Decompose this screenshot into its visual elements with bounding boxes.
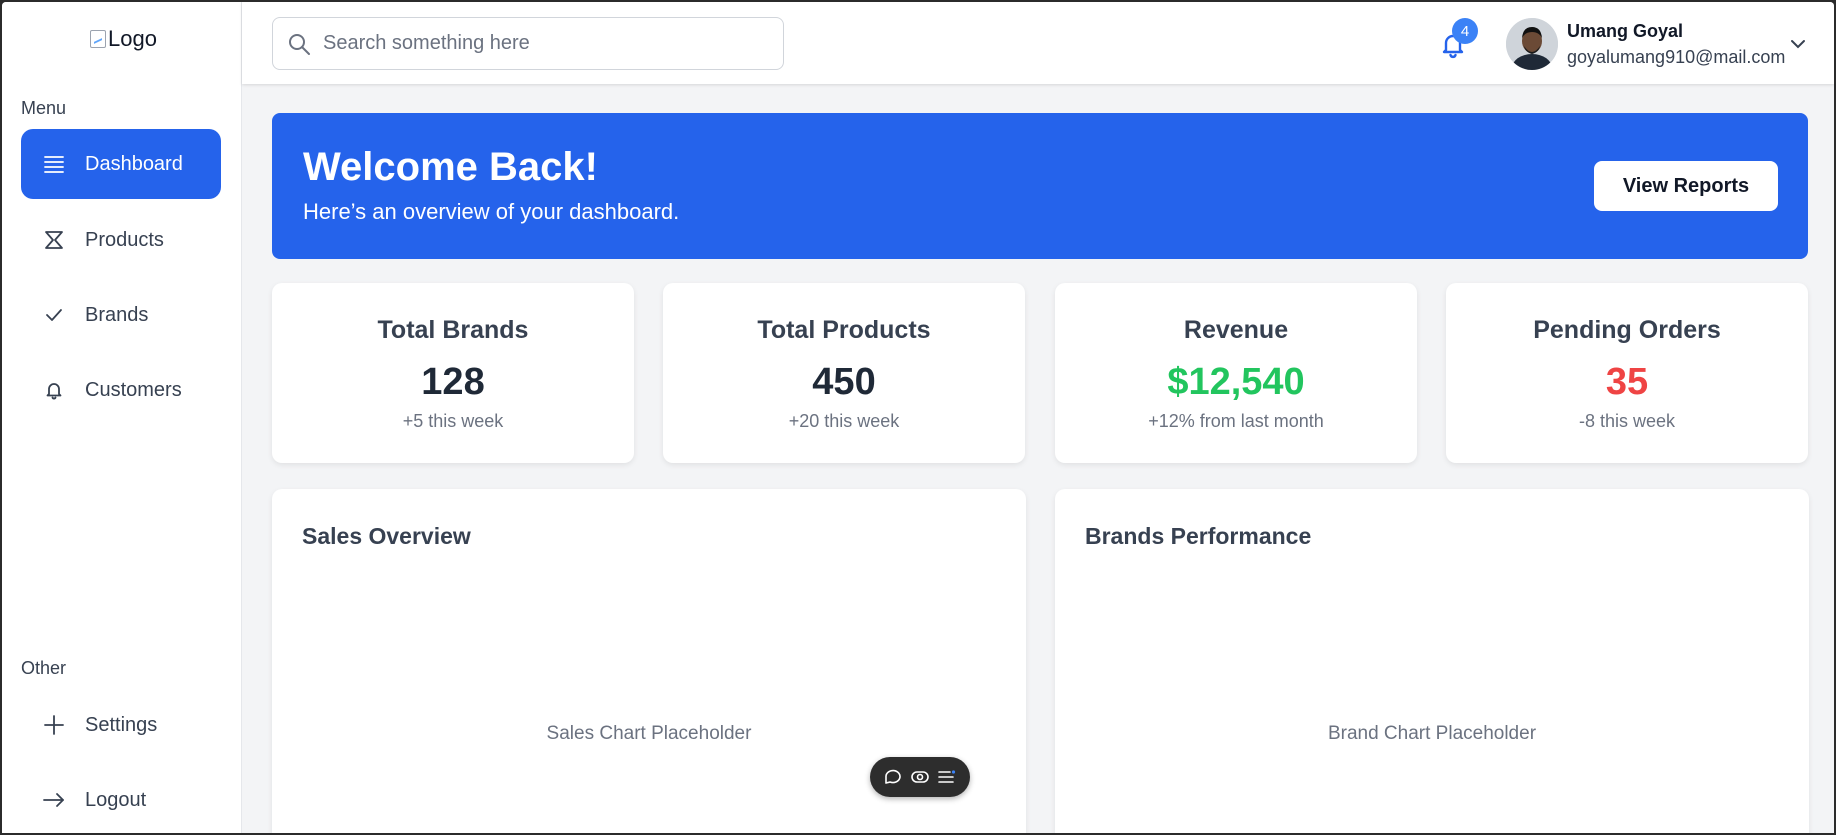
stat-value: 35	[1605, 361, 1649, 403]
sidebar-item-label: Logout	[85, 788, 147, 811]
chart-title: Brands Performance	[1085, 523, 1312, 549]
sidebar-item-label: Products	[85, 228, 164, 251]
plus-icon	[43, 714, 65, 736]
sidebar-item-label: Dashboard	[85, 152, 183, 175]
comment-icon[interactable]	[884, 769, 902, 785]
top-bar: 4 Umang Goyal goyalumang910@mail.com	[242, 2, 1834, 84]
stat-value: 128	[421, 361, 485, 403]
floating-toolbar	[870, 757, 970, 797]
sidebar-item-logout[interactable]: Logout	[21, 765, 221, 833]
stat-card-pending-orders: Pending Orders 35 -8 this week	[1446, 283, 1808, 463]
stat-card-revenue: Revenue $12,540 +12% from last month	[1055, 283, 1417, 463]
arrow-right-icon	[43, 789, 65, 811]
broken-image-icon	[90, 30, 106, 48]
check-icon	[43, 304, 65, 326]
stat-title: Total Brands	[377, 316, 529, 344]
search-input[interactable]	[323, 32, 743, 55]
stat-note: +12% from last month	[1148, 411, 1324, 431]
sidebar-item-products[interactable]: Products	[21, 205, 221, 275]
avatar[interactable]	[1506, 18, 1558, 70]
welcome-banner: Welcome Back! Here’s an overview of your…	[272, 113, 1808, 259]
sidebar-item-label: Brands	[85, 303, 149, 326]
menu-section-label: Menu	[21, 98, 67, 118]
bell-icon	[43, 379, 65, 401]
sidebar-item-label: Settings	[85, 713, 158, 736]
stat-note: +5 this week	[402, 411, 504, 431]
banner-subtitle: Here’s an overview of your dashboard.	[303, 199, 680, 224]
stat-card-total-brands: Total Brands 128 +5 this week	[272, 283, 634, 463]
chevron-down-icon[interactable]	[1790, 36, 1806, 54]
logo[interactable]: Logo	[90, 26, 157, 52]
stat-value: 450	[812, 361, 876, 403]
banner-title: Welcome Back!	[303, 145, 598, 189]
chart-placeholder: Brand Chart Placeholder	[1327, 723, 1537, 744]
search-icon	[287, 32, 311, 56]
logo-alt-text: Logo	[108, 26, 157, 51]
sidebar-item-customers[interactable]: Customers	[21, 355, 221, 425]
view-reports-button[interactable]: View Reports	[1594, 161, 1778, 211]
chart-placeholder: Sales Chart Placeholder	[546, 723, 752, 744]
menu-icon[interactable]	[937, 770, 956, 784]
stat-title: Revenue	[1183, 316, 1289, 344]
other-section-label: Other	[21, 658, 67, 678]
stat-note: +20 this week	[788, 411, 900, 431]
search-box	[272, 17, 784, 70]
brands-performance-card: Brands Performance Brand Chart Placehold…	[1055, 489, 1809, 833]
sidebar: Logo Menu Dashboard Products Brands Cust…	[2, 2, 242, 833]
sidebar-item-label: Customers	[85, 378, 182, 401]
user-email: goyalumang910@mail.com	[1567, 47, 1786, 67]
chart-title: Sales Overview	[302, 523, 471, 549]
sidebar-item-dashboard[interactable]: Dashboard	[21, 129, 221, 199]
stat-value: $12,540	[1167, 361, 1305, 403]
notification-count-badge: 4	[1452, 18, 1478, 44]
list-icon	[43, 153, 65, 175]
app-window: Logo Menu Dashboard Products Brands Cust…	[2, 2, 1834, 833]
stat-title: Pending Orders	[1533, 316, 1721, 344]
user-name: Umang Goyal	[1567, 21, 1684, 41]
sidebar-item-brands[interactable]: Brands	[21, 280, 221, 350]
stat-note: -8 this week	[1578, 411, 1676, 431]
sidebar-item-settings[interactable]: Settings	[21, 690, 221, 760]
eye-toggle-icon[interactable]	[911, 770, 929, 784]
stat-card-total-products: Total Products 450 +20 this week	[663, 283, 1025, 463]
stat-title: Total Products	[757, 316, 931, 344]
hourglass-icon	[43, 229, 65, 251]
